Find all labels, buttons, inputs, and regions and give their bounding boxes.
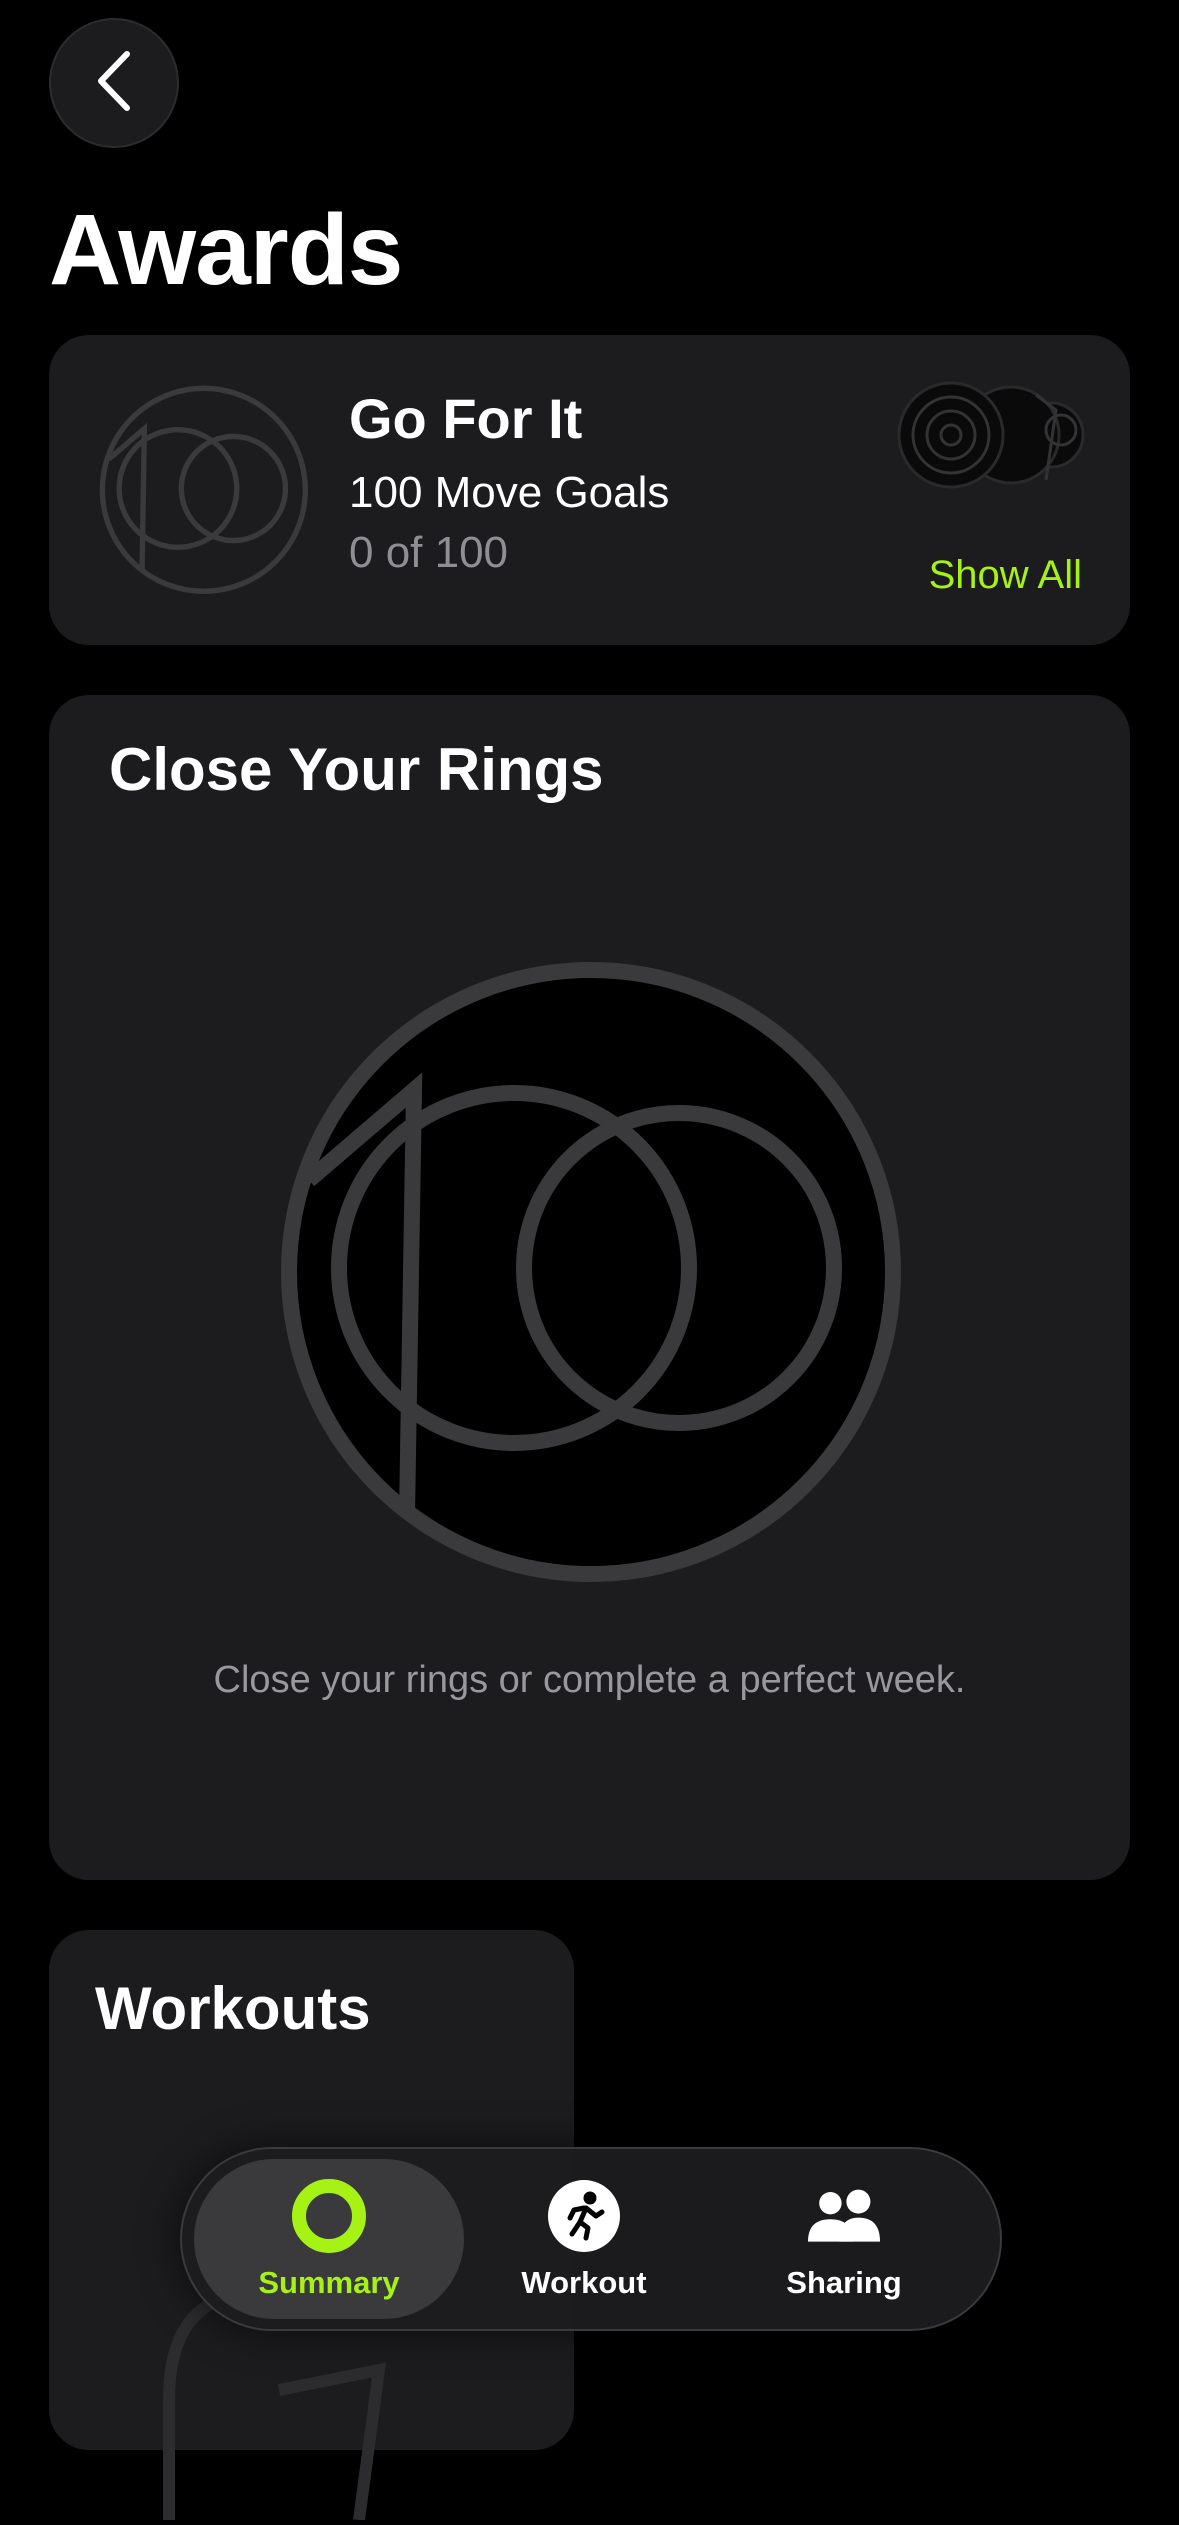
close-your-rings-card: Close Your Rings Close your rings or com… xyxy=(49,695,1130,1880)
people-icon xyxy=(804,2176,884,2256)
100-move-goals-badge-icon xyxy=(99,385,309,595)
tab-label: Workout xyxy=(521,2265,647,2300)
section-title: Close Your Rings xyxy=(109,736,604,803)
tab-bar: Summary Workout Sharing xyxy=(180,2147,1002,2331)
tab-workout[interactable]: Workout xyxy=(454,2159,714,2319)
featured-award-card[interactable]: Go For It 100 Move Goals 0 of 100 Show A… xyxy=(49,335,1130,645)
section-title: Workouts xyxy=(95,1975,371,2042)
show-all-link[interactable]: Show All xyxy=(929,550,1082,600)
tab-label: Summary xyxy=(258,2265,400,2300)
award-title: Go For It xyxy=(349,387,583,450)
back-button[interactable] xyxy=(49,18,179,148)
section-description: Close your rings or complete a perfect w… xyxy=(213,1659,966,1701)
chevron-left-icon xyxy=(89,46,139,121)
tab-label: Sharing xyxy=(786,2265,902,2300)
activity-ring-icon xyxy=(289,2176,369,2256)
tab-summary[interactable]: Summary xyxy=(194,2159,464,2319)
100-move-goals-badge-icon[interactable] xyxy=(279,960,904,1585)
running-figure-icon xyxy=(544,2176,624,2256)
tab-sharing[interactable]: Sharing xyxy=(714,2159,974,2319)
page-title: Awards xyxy=(49,194,403,306)
award-stack-icon xyxy=(896,380,1086,490)
award-subtitle: 100 Move Goals xyxy=(349,468,670,517)
award-progress: 0 of 100 xyxy=(349,528,509,577)
